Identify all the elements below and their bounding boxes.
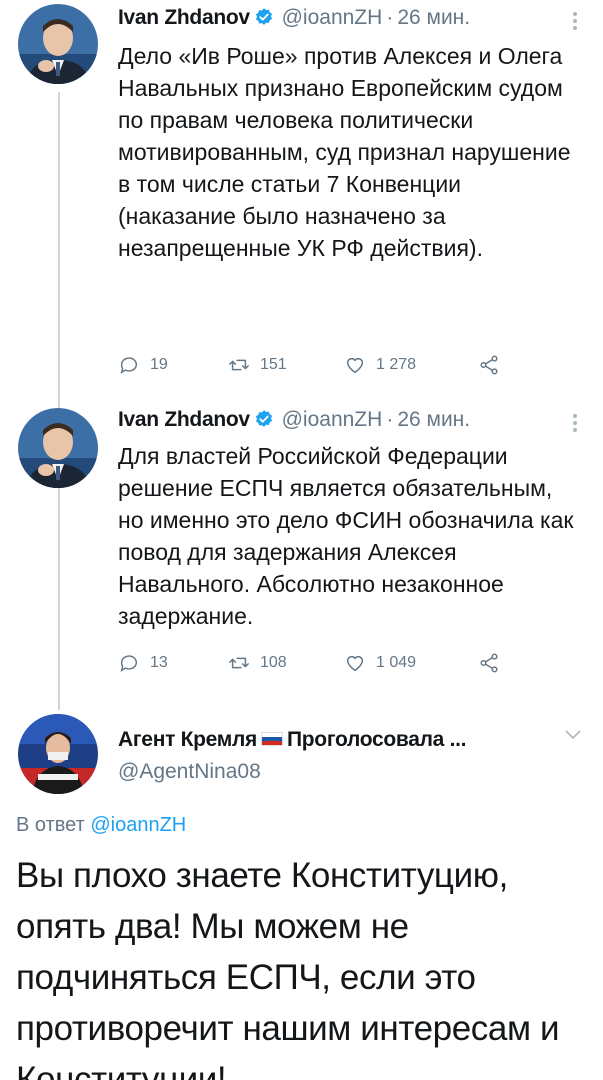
like-icon [346, 357, 364, 374]
tweet-text: Дело «Ив Роше» против Алексея и Олега На… [118, 43, 571, 261]
retweet-icon [229, 359, 249, 371]
share-button[interactable] [478, 648, 510, 678]
tweet-text: Вы плохо знаете Конституцию, опять два! … [16, 856, 560, 1080]
author-name[interactable]: Ivan Zhdanov [118, 6, 250, 29]
reply-icon [120, 357, 138, 374]
avatar[interactable] [18, 408, 98, 488]
tweet-header: Ivan Zhdanov @ioannZH · 26 мин. [118, 6, 568, 40]
reply-tweet[interactable]: Агент Кремля Проголосовала ... @AgentNina… [0, 704, 603, 1080]
verified-badge-icon [254, 409, 274, 429]
reply-count: 19 [150, 356, 168, 373]
reply-to-prefix: В ответ [16, 814, 85, 836]
author-name[interactable]: Агент Кремля Проголосовала ... [118, 728, 467, 752]
tweet-actions: 13 108 1 049 [118, 648, 518, 678]
author-name-part: Проголосовала ... [286, 728, 467, 751]
share-button[interactable] [478, 350, 510, 380]
reply-to-link[interactable]: @ioannZH [90, 814, 186, 836]
timestamp[interactable]: 26 мин. [397, 6, 470, 29]
tweet-text: Для властей Российской Федерации решение… [118, 443, 574, 629]
avatar[interactable] [18, 714, 98, 794]
like-count: 1 049 [376, 654, 417, 671]
share-icon [480, 653, 498, 673]
share-icon [480, 355, 498, 375]
retweet-icon [229, 657, 249, 669]
tweet-header: Ivan Zhdanov @ioannZH · 26 мин. [118, 408, 568, 442]
retweet-button[interactable]: 108 [228, 648, 287, 678]
author-handle[interactable]: @AgentNina08 [118, 760, 261, 784]
separator-dot: · [386, 6, 394, 29]
reply-button[interactable]: 13 [118, 648, 168, 678]
retweet-count: 151 [260, 356, 287, 373]
author-handle[interactable]: @ioannZH [282, 408, 383, 431]
chevron-down-icon[interactable] [565, 730, 581, 740]
more-icon[interactable] [571, 10, 579, 32]
author-name[interactable]: Ivan Zhdanov [118, 408, 250, 431]
avatar[interactable] [18, 4, 98, 84]
tweet[interactable]: Ivan Zhdanov @ioannZH · 26 мин. Дело «Ив Р… [0, 0, 603, 398]
verified-badge-icon [254, 7, 274, 27]
like-button[interactable]: 1 278 [344, 350, 416, 380]
separator-dot: · [386, 408, 394, 431]
timestamp[interactable]: 26 мин. [397, 408, 470, 431]
more-icon[interactable] [571, 412, 579, 434]
reply-to-line: В ответ @ioannZH [16, 814, 186, 837]
like-button[interactable]: 1 049 [344, 648, 416, 678]
reply-count: 13 [150, 654, 168, 671]
russian-flag-icon [260, 732, 283, 746]
author-name-part: Агент Кремля [118, 728, 257, 751]
reply-icon [120, 655, 138, 672]
like-icon [346, 655, 364, 672]
author-handle[interactable]: @ioannZH [282, 6, 383, 29]
retweet-button[interactable]: 151 [228, 350, 287, 380]
tweet-actions: 19 151 1 278 [118, 350, 518, 380]
like-count: 1 278 [376, 356, 417, 373]
reply-button[interactable]: 19 [118, 350, 168, 380]
retweet-count: 108 [260, 654, 287, 671]
tweet[interactable]: Ivan Zhdanov @ioannZH · 26 мин. Для власте… [0, 398, 603, 704]
